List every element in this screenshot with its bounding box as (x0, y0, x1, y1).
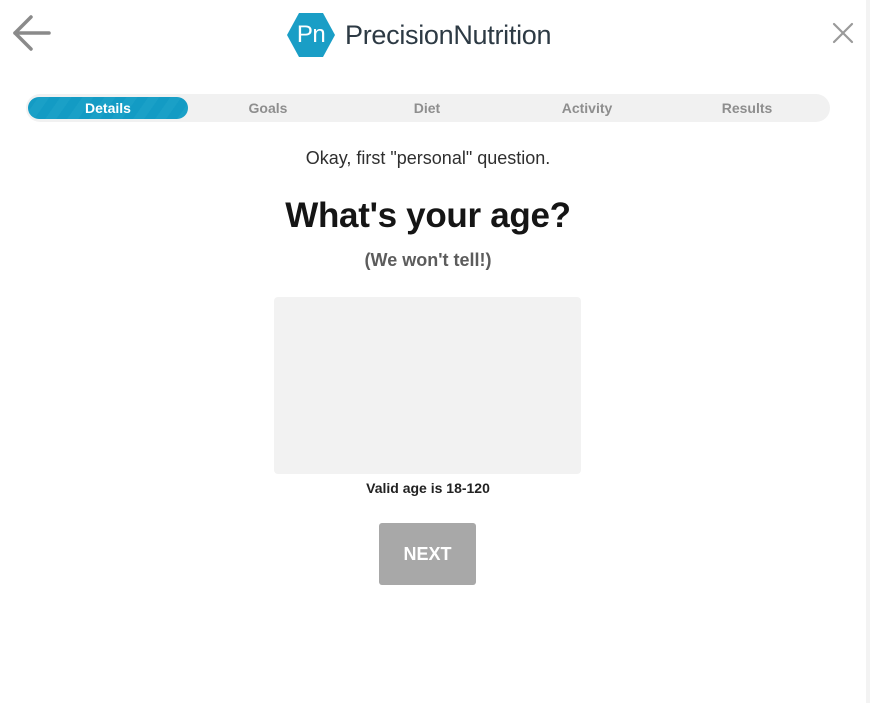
close-button[interactable] (831, 21, 855, 45)
logo-mark: Pn (286, 12, 336, 58)
close-icon (832, 22, 854, 44)
brand-logo: Pn PrecisionNutrition (286, 12, 552, 58)
scrollbar-track (866, 0, 870, 703)
age-validation-hint: Valid age is 18-120 (366, 480, 490, 496)
step-details[interactable]: Details (28, 97, 188, 119)
arrow-left-icon (13, 15, 51, 51)
progress-steps: Details Goals Diet Activity Results (26, 94, 830, 122)
age-input[interactable] (274, 297, 581, 474)
step-results[interactable]: Results (667, 97, 827, 119)
logo-word-nutrition: Nutrition (453, 19, 552, 50)
logo-word-precision: Precision (345, 19, 454, 50)
step-diet[interactable]: Diet (347, 97, 507, 119)
intro-text: Okay, first "personal" question. (305, 148, 551, 168)
logo-mark-text: Pn (296, 21, 326, 48)
subtitle-text: (We won't tell!) (364, 250, 492, 270)
back-button[interactable] (12, 14, 52, 54)
step-activity[interactable]: Activity (507, 97, 667, 119)
step-goals[interactable]: Goals (188, 97, 348, 119)
next-button[interactable]: NEXT (379, 523, 476, 585)
logo-wordmark: PrecisionNutrition (345, 19, 552, 51)
page-title: What's your age? (285, 196, 571, 235)
